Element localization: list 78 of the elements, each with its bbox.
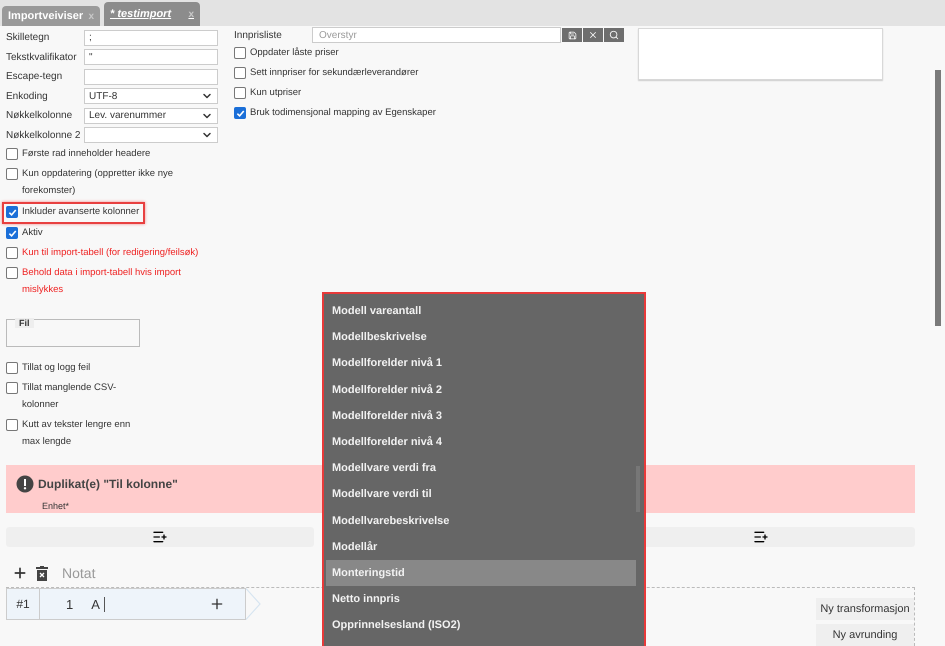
checkbox[interactable] [234,67,246,79]
select-field[interactable]: Lev. varenummer [84,108,218,124]
field-label: Tekstkvalifikator [6,52,78,63]
dropdown-item[interactable]: Modellforelder nivå 2 [326,376,636,403]
row-index: #1 [7,589,40,619]
column-number: 1 [66,596,74,612]
checkbox[interactable] [6,227,18,239]
alert-icon [16,475,34,493]
select-field[interactable] [84,127,218,144]
clear-button[interactable] [583,28,603,42]
dropdown-item[interactable]: Modell vareantall [326,298,636,324]
checkbox[interactable] [234,47,246,59]
input-field[interactable]: ; [84,30,218,46]
dropdown-item[interactable]: Modellvare verdi til [326,481,636,508]
action-button[interactable]: Ny transformasjon [816,598,914,620]
add-icon[interactable] [208,596,225,612]
dropdown-item[interactable]: Modellvare verdi fra [326,455,636,482]
checkbox[interactable] [6,382,18,394]
checkbox-label: Aktiv [22,226,43,240]
field-label: Skilletegn [6,32,50,44]
checkbox[interactable] [6,362,18,374]
checkbox-label: Kun utpriser [250,86,302,100]
checkbox-label: Kun oppdatering (oppretter ikke nye forekomster) [22,167,174,198]
checkbox-label: Tillat og logg feil [22,361,90,375]
search-button[interactable] [604,28,624,42]
checkbox-label: Behold data i import-tabell hvis import mislykkes [22,266,182,297]
alert-detail: Enhet* [42,501,70,511]
save-icon [568,30,576,40]
input-field[interactable] [84,68,218,85]
chevron-right-icon [246,588,262,620]
checkbox[interactable] [6,247,18,259]
checkbox[interactable] [234,107,246,119]
field-label: Escape-tegn [6,71,64,82]
checkbox[interactable] [234,87,246,99]
dropdown-item[interactable]: Opprinnelsesland (ISO2) [326,612,636,638]
add-icon[interactable] [12,565,28,581]
checkbox[interactable] [6,267,18,279]
checkbox-label: Bruk todimensjonal mapping av Egenskaper [250,106,436,120]
dropdown-item[interactable]: Netto innpris [326,586,636,612]
field-label: Nøkkelkolonne [6,110,74,122]
field-label: Innprisliste [234,30,283,40]
checkbox-label: Inkluder avanserte kolonner [22,205,140,219]
mapping-row[interactable]: #1 1 A [6,588,246,620]
save-button[interactable] [562,28,582,42]
field-label: Nøkkelkolonne 2 [6,130,82,141]
dropdown-item[interactable]: Modellvarebeskrivelse [326,508,636,534]
scrollbar-thumb[interactable] [935,70,941,326]
checkbox[interactable] [6,206,18,218]
select-field[interactable]: UTF-8 [84,88,218,104]
checkbox-label: Oppdater låste priser [250,46,339,60]
search-icon [609,30,619,40]
list-add-icon [152,529,168,545]
notes-label: Notat [62,565,96,581]
checkbox-label: Første rad inneholder headere [22,147,150,161]
dropdown-item[interactable]: Monteringstid [326,560,636,586]
checkbox-label: Kutt av tekster lengre enn max lengde [22,418,132,449]
dropdown-item[interactable]: Modellforelder nivå 1 [326,350,636,377]
checkbox[interactable] [6,168,18,180]
checkbox[interactable] [6,148,18,160]
tab[interactable]: * testimport x [104,2,200,26]
action-button[interactable]: Ny avrunding [816,624,914,646]
close-icon [588,30,598,40]
column-letter: A [91,596,105,612]
dropdown-item[interactable]: Modellbeskrivelse [326,324,636,350]
alert-title: Duplikat(e) "Til kolonne" [38,477,178,491]
trash-icon[interactable] [36,566,48,580]
dropdown-item[interactable]: Modellforelder nivå 4 [326,428,636,456]
field-label: Enkoding [6,90,49,102]
checkbox-label: Kun til import-tabell (for redigering/feilsøk) [22,246,198,260]
checkbox-label: Sett innpriser for sekundærleverandører [250,66,418,80]
list-add-icon [753,529,769,545]
checkbox[interactable] [6,419,18,431]
input-field[interactable]: Overstyr [312,27,561,43]
checkbox-label: Tillat manglende CSV-kolonner [22,381,118,412]
dropdown-item[interactable]: Modellforelder nivå 3 [326,402,636,429]
input-field[interactable]: " [84,49,218,66]
dropdown-item[interactable]: Modellår [326,534,636,560]
fieldset-legend: Fil [15,318,34,328]
